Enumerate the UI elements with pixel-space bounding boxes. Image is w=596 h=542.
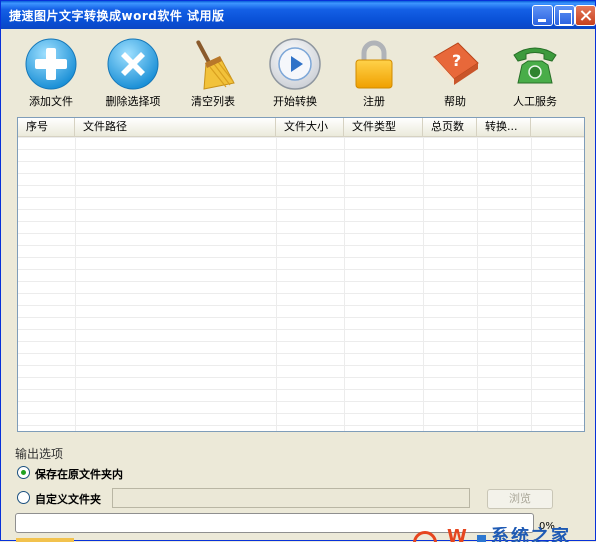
remove-selected-label: 删除选择项: [105, 95, 161, 108]
file-list-table[interactable]: 序号 文件路径 文件大小 文件类型 总页数 转换...: [17, 117, 585, 432]
column-divider: [75, 137, 76, 431]
play-icon: [269, 38, 321, 90]
svg-text:?: ?: [452, 51, 461, 70]
close-button[interactable]: [575, 5, 596, 26]
column-divider: [531, 137, 532, 431]
status-strip: [16, 538, 74, 542]
watermark-logo-icon: [413, 531, 437, 542]
add-file-button[interactable]: 添加文件: [11, 37, 91, 111]
watermark-w: W: [447, 527, 467, 542]
clear-list-button[interactable]: 清空列表: [173, 37, 253, 111]
title-bar[interactable]: 捷速图片文字转换成word软件 试用版: [1, 1, 596, 29]
radio-keep-original-folder[interactable]: [17, 466, 30, 479]
add-file-label: 添加文件: [29, 95, 73, 108]
column-divider: [477, 137, 478, 431]
custom-folder-field[interactable]: [112, 488, 470, 508]
browse-button[interactable]: 浏览: [487, 489, 553, 509]
column-header-pages[interactable]: 总页数: [423, 118, 477, 136]
column-divider: [423, 137, 424, 431]
start-convert-label: 开始转换: [273, 95, 317, 108]
plus-icon: [25, 38, 77, 90]
column-header-path[interactable]: 文件路径: [75, 118, 276, 136]
table-header: 序号 文件路径 文件大小 文件类型 总页数 转换...: [18, 118, 584, 137]
help-label: 帮助: [444, 95, 466, 108]
toolbar: 添加文件 删除选择项 清空列表 开始转换 注册 ? 帮助 人工服务: [1, 29, 595, 111]
table-rows-empty: [18, 137, 584, 431]
start-convert-button[interactable]: 开始转换: [255, 37, 335, 111]
broom-icon: [196, 40, 235, 90]
register-button[interactable]: 注册: [334, 37, 414, 111]
watermark-text: 系统之家: [491, 527, 571, 542]
watermark: W 系统之家: [411, 527, 596, 542]
radio-custom-folder[interactable]: [17, 491, 30, 504]
register-label: 注册: [363, 95, 385, 108]
help-book-icon: ?: [433, 42, 479, 85]
x-icon: [107, 38, 159, 90]
telephone-icon: [513, 47, 557, 84]
output-options-label: 输出选项: [15, 447, 64, 461]
remove-selected-button[interactable]: 删除选择项: [93, 37, 173, 111]
column-divider: [344, 137, 345, 431]
lock-icon: [355, 40, 393, 89]
option-keep-label: 保存在原文件夹内: [35, 468, 123, 481]
maximize-button[interactable]: [554, 5, 575, 26]
app-window: 捷速图片文字转换成word软件 试用版 添加文件 删除选择项 清空列表 开始转换…: [0, 0, 596, 542]
column-header-index[interactable]: 序号: [18, 118, 75, 136]
column-header-status[interactable]: 转换...: [477, 118, 531, 136]
help-button[interactable]: ? 帮助: [415, 37, 495, 111]
column-header-type[interactable]: 文件类型: [344, 118, 423, 136]
minimize-button[interactable]: [532, 5, 553, 26]
service-button[interactable]: 人工服务: [495, 37, 575, 111]
clear-list-label: 清空列表: [191, 95, 235, 108]
service-label: 人工服务: [513, 95, 557, 108]
window-title: 捷速图片文字转换成word软件 试用版: [9, 9, 225, 23]
column-header-size[interactable]: 文件大小: [276, 118, 344, 136]
column-divider: [276, 137, 277, 431]
option-custom-label: 自定义文件夹: [35, 493, 101, 506]
